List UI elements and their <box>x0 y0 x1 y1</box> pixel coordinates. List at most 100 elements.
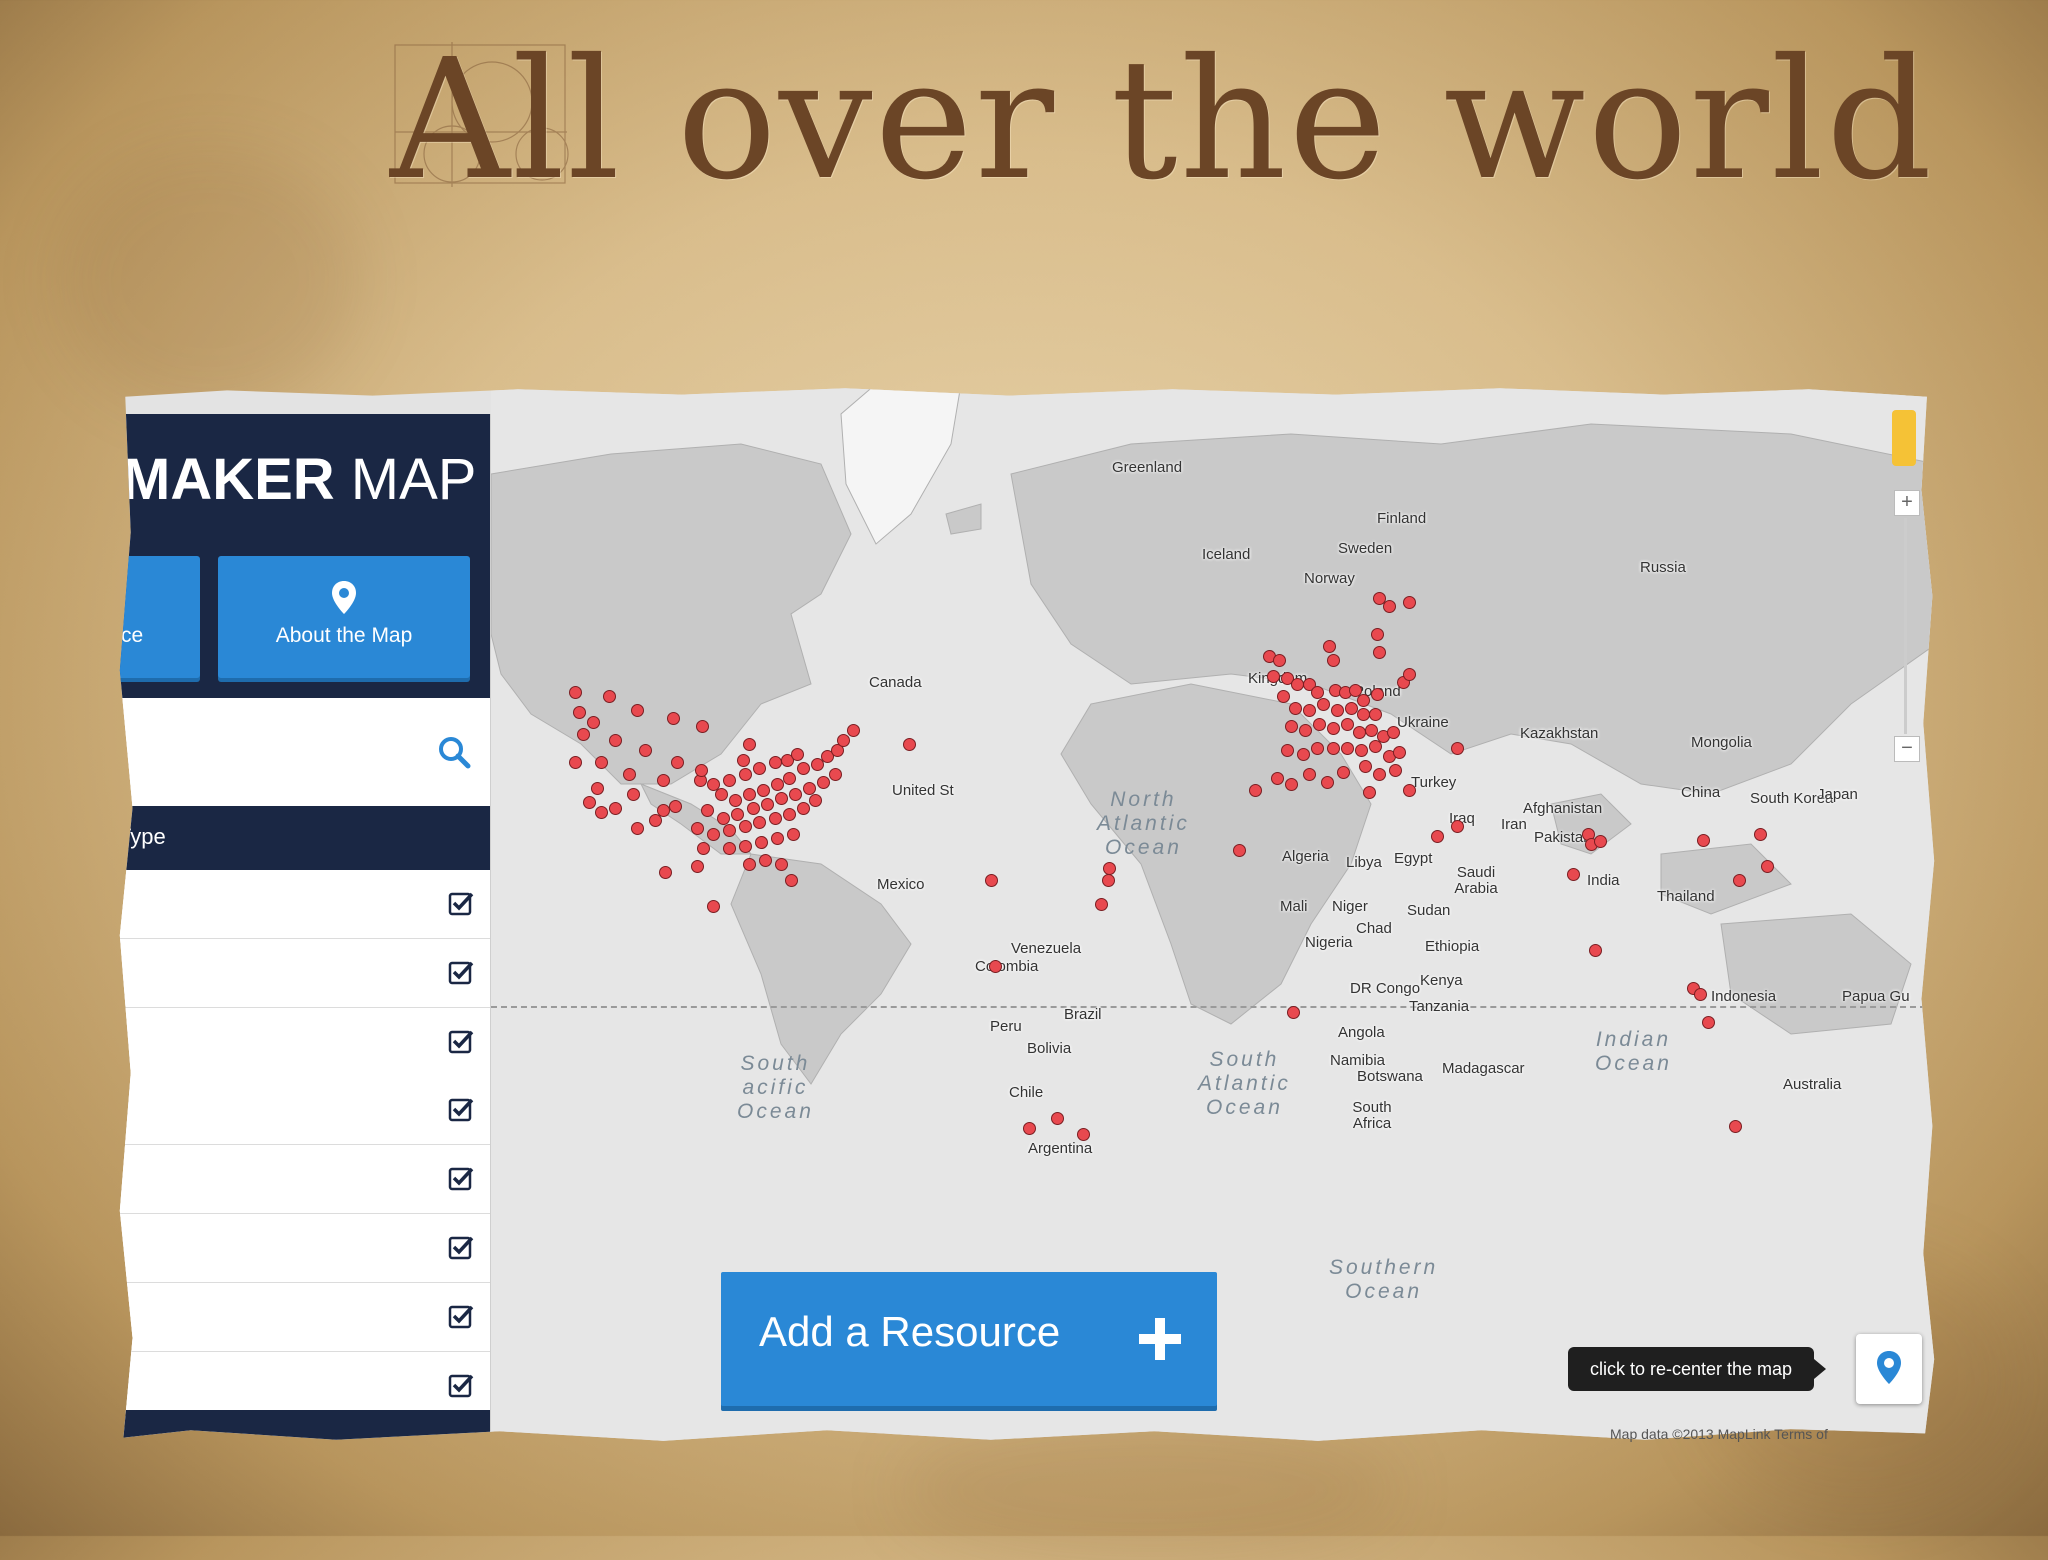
resource-pin[interactable] <box>761 798 774 811</box>
resource-pin[interactable] <box>1389 764 1402 777</box>
resource-pin[interactable] <box>985 874 998 887</box>
resource-pin[interactable] <box>1702 1016 1715 1029</box>
resource-pin[interactable] <box>1373 768 1386 781</box>
resource-pin[interactable] <box>783 808 796 821</box>
resource-pin[interactable] <box>1233 844 1246 857</box>
resource-pin[interactable] <box>775 858 788 871</box>
resource-pin[interactable] <box>695 764 708 777</box>
resource-pin[interactable] <box>747 802 760 815</box>
resource-pin[interactable] <box>1077 1128 1090 1141</box>
resource-pin[interactable] <box>1317 698 1330 711</box>
resource-pin[interactable] <box>707 828 720 841</box>
resource-pin[interactable] <box>1431 830 1444 843</box>
resource-pin[interactable] <box>1403 596 1416 609</box>
resource-pin[interactable] <box>1371 628 1384 641</box>
resource-pin[interactable] <box>1403 784 1416 797</box>
resource-pin[interactable] <box>569 756 582 769</box>
resource-pin[interactable] <box>657 774 670 787</box>
resource-pin[interactable] <box>627 788 640 801</box>
resource-pin[interactable] <box>1287 1006 1300 1019</box>
resource-pin[interactable] <box>1327 654 1340 667</box>
resource-pin[interactable] <box>787 828 800 841</box>
filter-row[interactable] <box>119 870 490 939</box>
resource-pin[interactable] <box>1273 654 1286 667</box>
resource-pin[interactable] <box>1311 742 1324 755</box>
resource-pin[interactable] <box>1323 640 1336 653</box>
recenter-map-button[interactable] <box>1856 1334 1922 1404</box>
resource-pin[interactable] <box>569 686 582 699</box>
resource-pin[interactable] <box>769 756 782 769</box>
resource-pin[interactable] <box>743 788 756 801</box>
resource-pin[interactable] <box>785 874 798 887</box>
resource-pin[interactable] <box>1281 744 1294 757</box>
resource-pin[interactable] <box>1285 778 1298 791</box>
resource-pin[interactable] <box>1331 704 1344 717</box>
resource-pin[interactable] <box>1102 874 1115 887</box>
add-resource-nav-button[interactable]: rce <box>119 556 200 678</box>
resource-pin[interactable] <box>1369 708 1382 721</box>
resource-pin[interactable] <box>771 832 784 845</box>
resource-pin[interactable] <box>649 814 662 827</box>
resource-pin[interactable] <box>723 824 736 837</box>
filter-row[interactable] <box>119 1145 490 1215</box>
checkbox-checked-icon[interactable] <box>448 1096 474 1122</box>
resource-pin[interactable] <box>829 768 842 781</box>
resource-pin[interactable] <box>609 734 622 747</box>
resource-pin[interactable] <box>1403 668 1416 681</box>
resource-pin[interactable] <box>697 842 710 855</box>
checkbox-checked-icon[interactable] <box>448 1234 474 1260</box>
resource-pin[interactable] <box>797 762 810 775</box>
resource-pin[interactable] <box>1103 862 1116 875</box>
resource-pin[interactable] <box>775 792 788 805</box>
resource-pin[interactable] <box>1327 722 1340 735</box>
resource-pin[interactable] <box>755 836 768 849</box>
zoom-slider-track[interactable] <box>1904 518 1907 734</box>
resource-pin[interactable] <box>771 778 784 791</box>
resource-pin[interactable] <box>1313 718 1326 731</box>
resource-pin[interactable] <box>1267 670 1280 683</box>
resource-pin[interactable] <box>753 816 766 829</box>
resource-pin[interactable] <box>743 738 756 751</box>
resource-pin[interactable] <box>1589 944 1602 957</box>
resource-pin[interactable] <box>667 712 680 725</box>
resource-pin[interactable] <box>691 822 704 835</box>
resource-pin[interactable] <box>1303 704 1316 717</box>
resource-pin[interactable] <box>743 858 756 871</box>
resource-pin[interactable] <box>1383 600 1396 613</box>
resource-pin[interactable] <box>1761 860 1774 873</box>
filter-row[interactable] <box>119 1076 490 1146</box>
resource-pin[interactable] <box>696 720 709 733</box>
resource-pin[interactable] <box>731 808 744 821</box>
resource-pin[interactable] <box>1363 786 1376 799</box>
resource-pin[interactable] <box>1567 868 1580 881</box>
resource-pin[interactable] <box>989 960 1002 973</box>
resource-pin[interactable] <box>583 796 596 809</box>
resource-pin[interactable] <box>1297 748 1310 761</box>
resource-pin[interactable] <box>791 748 804 761</box>
resource-pin[interactable] <box>1697 834 1710 847</box>
resource-pin[interactable] <box>809 794 822 807</box>
filter-row[interactable] <box>119 1282 490 1352</box>
resource-pin[interactable] <box>1277 690 1290 703</box>
checkbox-checked-icon[interactable] <box>448 1372 474 1398</box>
resource-pin[interactable] <box>595 756 608 769</box>
resource-pin[interactable] <box>691 860 704 873</box>
resource-pin[interactable] <box>587 716 600 729</box>
resource-pin[interactable] <box>1299 724 1312 737</box>
resource-pin[interactable] <box>729 794 742 807</box>
resource-pin[interactable] <box>837 734 850 747</box>
resource-pin[interactable] <box>1321 776 1334 789</box>
resource-pin[interactable] <box>1303 768 1316 781</box>
resource-pin[interactable] <box>847 724 860 737</box>
resource-pin[interactable] <box>769 812 782 825</box>
resource-pin[interactable] <box>903 738 916 751</box>
resource-pin[interactable] <box>737 754 750 767</box>
checkbox-checked-icon[interactable] <box>448 959 474 985</box>
filter-row[interactable] <box>119 1007 490 1077</box>
resource-pin[interactable] <box>1271 772 1284 785</box>
resource-pin[interactable] <box>671 756 684 769</box>
resource-pin[interactable] <box>1729 1120 1742 1133</box>
resource-pin[interactable] <box>603 690 616 703</box>
checkbox-checked-icon[interactable] <box>448 1303 474 1329</box>
resource-pin[interactable] <box>759 854 772 867</box>
